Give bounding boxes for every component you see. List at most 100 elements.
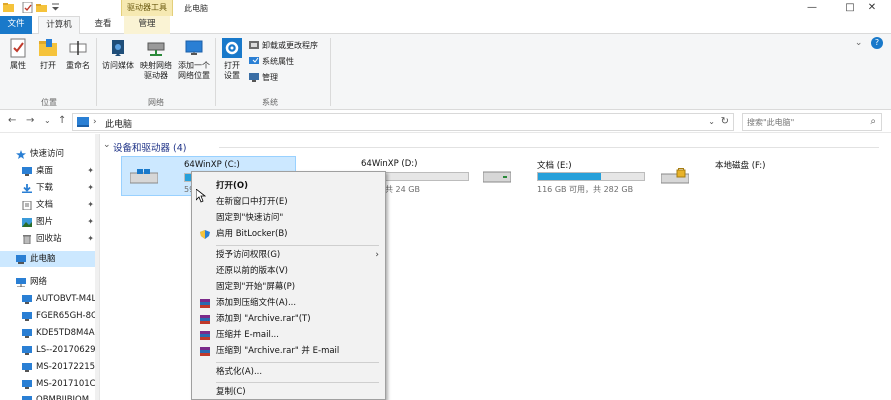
nav-item-this-pc[interactable]: 此电脑 (0, 251, 99, 267)
nav-item-computer[interactable]: MS-2017101C (0, 376, 99, 392)
pin-icon[interactable]: ✦ (87, 163, 94, 179)
nav-scrollbar[interactable] (95, 134, 99, 400)
pin-icon[interactable]: ✦ (87, 180, 94, 196)
menu-item-bitlocker[interactable]: 启用 BitLocker(B) (192, 226, 385, 242)
nav-item-computer[interactable]: AUTOBVT-M4L (0, 291, 99, 307)
menu-item-pin-quick-access[interactable]: 固定到"快速访问" (192, 210, 385, 226)
nav-label: MS-20172215 (36, 362, 96, 372)
access-media-button[interactable]: 访问媒体 (100, 38, 136, 71)
menu-item-restore-previous[interactable]: 还原以前的版本(V) (192, 263, 385, 279)
menu-item-label: 授予访问权限(G) (216, 250, 281, 260)
locked-drive-icon (661, 168, 689, 184)
forward-button[interactable]: → (26, 115, 34, 126)
drive-name: 文档 (E:) (537, 161, 572, 171)
tab-view[interactable]: 查看 (86, 16, 120, 34)
document-icon (22, 201, 32, 210)
open-button[interactable]: 打开 (35, 38, 61, 71)
nav-item-computer[interactable]: MS-20172215 (0, 359, 99, 375)
menu-separator (216, 362, 379, 363)
menu-item-add-to-archive[interactable]: 添加到压缩文件(A)... (192, 295, 385, 311)
search-box[interactable]: ⌕ (742, 113, 882, 131)
map-network-drive-label-1: 映射网络 (140, 61, 172, 70)
nav-item-recycle-bin[interactable]: 回收站 ✦ (0, 231, 99, 247)
section-collapse-toggle[interactable]: ⌄ (103, 140, 111, 150)
open-settings-button[interactable]: 打开 设置 (220, 38, 244, 81)
recent-locations-button[interactable]: ⌄ (44, 116, 51, 125)
drive-e[interactable]: 文档 (E:) 116 GB 可用，共 282 GB (475, 156, 650, 196)
menu-item-format[interactable]: 格式化(A)... (192, 364, 385, 380)
nav-item-desktop[interactable]: 桌面 ✦ (0, 163, 99, 179)
search-input[interactable] (747, 116, 857, 129)
menu-item-pin-start[interactable]: 固定到"开始"屏幕(P) (192, 279, 385, 295)
nav-item-computer[interactable]: LS--20170629 (0, 342, 99, 358)
computer-icon (22, 312, 32, 321)
computer-icon (22, 329, 32, 338)
rename-button[interactable]: 重命名 (63, 38, 93, 71)
help-icon[interactable]: ? (871, 37, 883, 49)
nav-item-computer[interactable]: FGER65GH-8CA (0, 308, 99, 324)
back-button[interactable]: ← (8, 115, 16, 126)
nav-item-network[interactable]: 网络 (0, 274, 99, 290)
close-button[interactable]: ✕ (853, 0, 891, 16)
up-button[interactable]: ↑ (58, 115, 66, 126)
nav-label: 回收站 (36, 234, 62, 244)
search-icon[interactable]: ⌕ (870, 116, 876, 127)
properties-button[interactable]: 属性 (5, 38, 31, 71)
add-network-location-button[interactable]: 添加一个 网络位置 (176, 38, 212, 81)
menu-item-label: 启用 BitLocker(B) (216, 229, 288, 239)
breadcrumb-this-pc[interactable]: 此电脑 (105, 117, 132, 130)
system-properties-button[interactable]: 系统属性 (249, 56, 294, 67)
address-box[interactable]: › 此电脑 ⌄ ↻ (72, 113, 734, 131)
drive-f[interactable]: 本地磁盘 (F:) (653, 156, 843, 196)
address-bar: ← → ⌄ ↑ › 此电脑 ⌄ ↻ ⌕ (0, 111, 891, 133)
menu-item-add-to-archive-rar[interactable]: 添加到 "Archive.rar"(T) (192, 311, 385, 327)
nav-item-quick-access[interactable]: 快速访问 (0, 146, 99, 162)
menu-item-label: 添加到压缩文件(A)... (216, 298, 297, 308)
nav-label: 文档 (36, 200, 54, 210)
map-network-drive-button[interactable]: 映射网络 驱动器 (138, 38, 174, 81)
add-network-location-label-2: 网络位置 (178, 71, 210, 80)
nav-item-computer[interactable]: OBMBJIBJQM (0, 392, 99, 400)
navigation-pane: 快速访问 桌面 ✦ 下载 ✦ 文档 ✦ 图片 ✦ 回收站 ✦ 此电脑 网络 AU… (0, 134, 100, 400)
network-icon (16, 278, 26, 287)
section-header[interactable]: 设备和驱动器 (4) (113, 140, 186, 154)
nav-label: LS--20170629 (36, 345, 96, 355)
menu-item-label: 还原以前的版本(V) (216, 266, 288, 276)
star-icon (16, 150, 26, 159)
menu-item-open-new-window[interactable]: 在新窗口中打开(E) (192, 194, 385, 210)
folder-icon[interactable] (3, 2, 14, 13)
minimize-button[interactable]: — (793, 0, 831, 16)
properties-icon (10, 38, 26, 58)
menu-item-compress-rar-email[interactable]: 压缩到 "Archive.rar" 并 E-mail (192, 343, 385, 359)
tab-computer[interactable]: 计算机 (38, 16, 80, 35)
manage-button[interactable]: 管理 (249, 72, 278, 83)
menu-item-compress-email[interactable]: 压缩并 E-mail... (192, 327, 385, 343)
customize-quick-access-icon[interactable] (50, 2, 61, 13)
pin-icon[interactable]: ✦ (87, 197, 94, 213)
add-network-location-label-1: 添加一个 (178, 61, 210, 70)
new-folder-icon[interactable] (36, 2, 47, 13)
tab-manage[interactable]: 管理 (124, 16, 170, 34)
refresh-button[interactable]: ↻ (721, 116, 729, 127)
menu-separator (216, 245, 379, 246)
winrar-icon (200, 299, 210, 308)
breadcrumb-separator[interactable]: › (93, 117, 97, 127)
manage-label: 管理 (262, 73, 278, 82)
system-group-label: 系统 (262, 98, 278, 107)
nav-item-downloads[interactable]: 下载 ✦ (0, 180, 99, 196)
uninstall-program-button[interactable]: 卸载或更改程序 (249, 40, 318, 51)
nav-item-pictures[interactable]: 图片 ✦ (0, 214, 99, 230)
collapse-ribbon-icon[interactable]: ⌄ (855, 38, 863, 48)
nav-item-documents[interactable]: 文档 ✦ (0, 197, 99, 213)
menu-item-copy[interactable]: 复制(C) (192, 384, 385, 400)
nav-label: MS-2017101C (36, 379, 96, 389)
menu-item-give-access[interactable]: 授予访问权限(G) › (192, 247, 385, 263)
pin-icon[interactable]: ✦ (87, 231, 94, 247)
address-dropdown[interactable]: ⌄ (708, 117, 715, 126)
tab-file[interactable]: 文件 (0, 16, 32, 34)
nav-item-computer[interactable]: KDE5TD8M4AI (0, 325, 99, 341)
pin-icon[interactable]: ✦ (87, 214, 94, 230)
menu-item-label: 固定到"开始"屏幕(P) (216, 282, 296, 292)
properties-check-icon[interactable] (22, 2, 33, 13)
menu-item-open[interactable]: 打开(O) (192, 178, 385, 194)
